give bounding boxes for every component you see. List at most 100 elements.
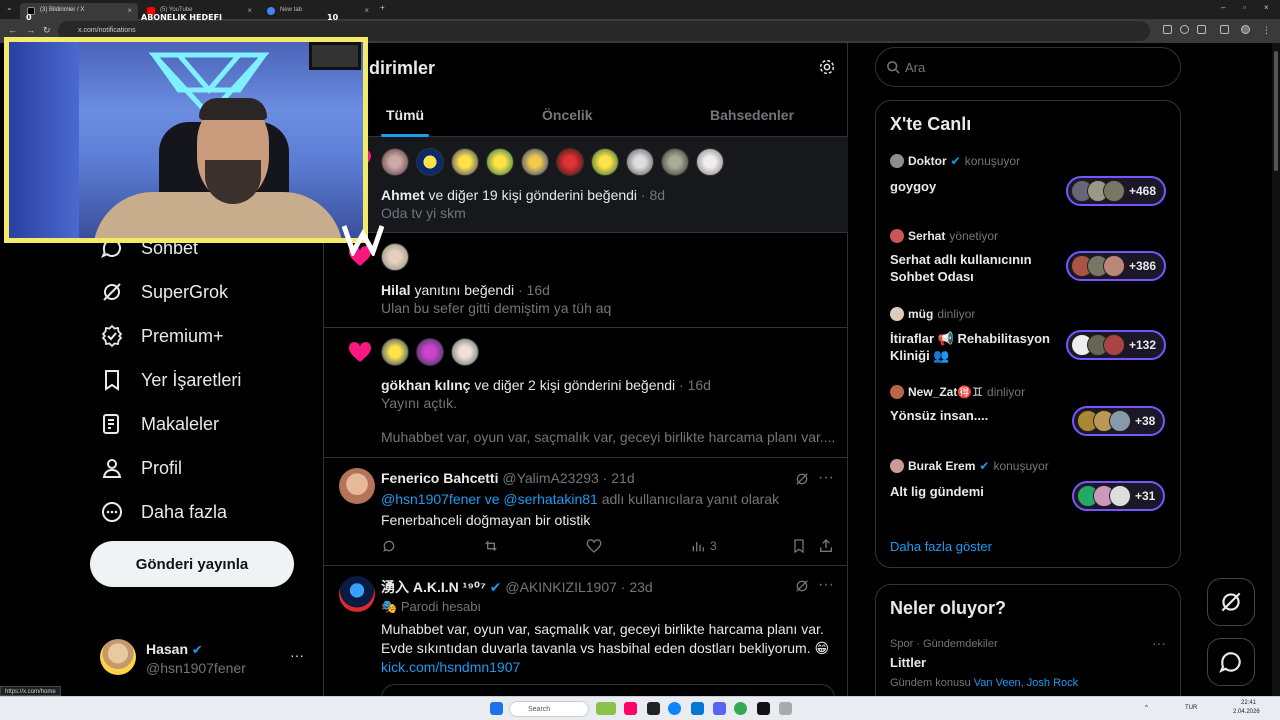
windows-start-icon[interactable] <box>490 702 503 715</box>
avatar[interactable] <box>381 243 409 271</box>
zoom-icon[interactable] <box>1180 25 1189 34</box>
space-listeners[interactable]: +132 <box>1066 330 1167 360</box>
author-handle[interactable]: @AKINKIZIL1907 <box>505 579 617 595</box>
back-icon[interactable]: ← <box>8 25 17 35</box>
space-host[interactable]: müg dinliyor <box>890 307 975 321</box>
tab-search-icon[interactable]: ⌄ <box>6 3 13 12</box>
extensions-icon[interactable] <box>1220 25 1229 34</box>
space-host[interactable]: Burak Erem ✔ konuşuyor <box>890 459 1049 473</box>
account-switcher[interactable]: Hasan ✔ @hsn1907fener ··· <box>100 639 310 679</box>
app-icon[interactable] <box>779 702 792 715</box>
chrome-icon[interactable] <box>734 702 747 715</box>
space-host[interactable]: New_Zat🉐♊ dinliyor <box>890 385 1025 399</box>
trend-name[interactable]: Littler <box>890 655 926 670</box>
tab-priority[interactable]: Öncelik <box>542 107 593 123</box>
grok-button[interactable] <box>1207 578 1255 626</box>
space-listeners[interactable]: +468 <box>1066 176 1167 206</box>
tab-all[interactable]: Tümü <box>386 107 424 123</box>
author-name[interactable]: Fenerico Bahcetti <box>381 470 498 486</box>
close-icon[interactable]: × <box>364 6 369 15</box>
mention-link[interactable]: @hsn1907fener <box>381 491 481 507</box>
app-icon[interactable] <box>624 702 637 715</box>
discord-icon[interactable] <box>713 702 726 715</box>
nav-item-articles[interactable]: Makaleler <box>100 406 219 442</box>
author-handle[interactable]: @YalimA23293 <box>502 470 598 486</box>
share-icon[interactable] <box>1197 25 1206 34</box>
tab-new[interactable]: New tab × <box>260 3 375 19</box>
avatar[interactable] <box>661 148 689 176</box>
clock-date[interactable]: 2.04.2026 <box>1233 709 1260 715</box>
actor-name[interactable]: gökhan kılınç <box>381 377 470 393</box>
avatar[interactable] <box>451 338 479 366</box>
avatar[interactable] <box>416 338 444 366</box>
forward-icon[interactable]: → <box>26 25 35 35</box>
like-icon[interactable] <box>586 538 602 554</box>
avatar[interactable] <box>556 148 584 176</box>
space-title[interactable]: goygoy <box>890 178 1060 195</box>
tweet-link[interactable]: kick.com/hsndmn1907 <box>381 659 520 675</box>
avatar[interactable] <box>339 468 375 504</box>
tab-mentions[interactable]: Bahsedenler <box>710 107 794 123</box>
more-icon[interactable]: ··· <box>818 469 834 487</box>
space-title[interactable]: Serhat adlı kullanıcının Sohbet Odası <box>890 251 1060 285</box>
clock-time[interactable]: 22:41 <box>1241 700 1256 706</box>
messages-button[interactable] <box>1207 638 1255 686</box>
avatar[interactable] <box>381 148 409 176</box>
nav-item-more[interactable]: Daha fazla <box>100 494 227 530</box>
more-icon[interactable]: ··· <box>818 576 834 594</box>
cast-icon[interactable] <box>1163 25 1172 34</box>
avatar[interactable] <box>626 148 654 176</box>
gear-icon[interactable] <box>818 58 836 76</box>
avatar[interactable] <box>521 148 549 176</box>
account-more-icon[interactable]: ··· <box>290 647 304 663</box>
maximize-icon[interactable]: ▫ <box>1243 3 1246 12</box>
related-link[interactable]: Van Veen, Josh Rock <box>974 677 1078 689</box>
taskview-icon[interactable] <box>647 702 660 715</box>
avatar[interactable] <box>381 338 409 366</box>
space-listeners[interactable]: +31 <box>1072 481 1166 511</box>
menu-icon[interactable]: ⋮ <box>1262 25 1271 36</box>
reload-icon[interactable]: ↻ <box>43 25 51 36</box>
edge-icon[interactable] <box>668 702 681 715</box>
nav-item-supergrok[interactable]: SuperGrok <box>100 274 228 310</box>
search-input[interactable]: Ara <box>875 47 1181 87</box>
nav-item-profile[interactable]: Profil <box>100 450 182 486</box>
reply-icon[interactable] <box>381 538 397 554</box>
grok-icon[interactable] <box>794 471 810 487</box>
language-indicator[interactable]: TUR <box>1185 705 1197 711</box>
window-close-icon[interactable]: × <box>1264 3 1269 12</box>
space-title[interactable]: Alt lig gündemi <box>890 483 1060 500</box>
post-button[interactable]: Gönderi yayınla <box>90 541 294 587</box>
notification-like[interactable]: Ahmet ve diğer 19 kişi gönderini beğendi… <box>324 137 848 233</box>
tab-notifications[interactable]: (3) Bildirimler / X × <box>20 3 138 19</box>
avatar[interactable] <box>339 576 375 612</box>
notification-like[interactable]: gökhan kılınç ve diğer 2 kişi gönderini … <box>324 328 848 458</box>
space-title[interactable]: Yönsüz insan.... <box>890 407 1060 424</box>
views-stat[interactable]: 3 <box>690 538 717 554</box>
taskbar-search[interactable]: Search <box>509 701 589 717</box>
close-icon[interactable]: × <box>247 6 252 15</box>
link-card[interactable] <box>381 684 835 696</box>
notification-like[interactable]: Hilal yanıtını beğendi · 16d Ulan bu sef… <box>324 233 848 328</box>
mention-link[interactable]: @serhatakin81 <box>503 491 597 507</box>
close-icon[interactable]: × <box>127 6 132 15</box>
new-tab-icon[interactable]: + <box>380 3 385 12</box>
actor-name[interactable]: Hilal <box>381 282 411 298</box>
obs-icon[interactable] <box>757 702 770 715</box>
actor-name[interactable]: Ahmet <box>381 187 425 203</box>
avatar[interactable] <box>451 148 479 176</box>
share-icon[interactable] <box>818 538 834 554</box>
bookmark-icon[interactable] <box>791 538 807 554</box>
space-host[interactable]: Doktor ✔ konuşuyor <box>890 154 1020 168</box>
tweet[interactable]: 湧入 A.K.I.N ¹⁹⁰⁷ ✔ @AKINKIZIL1907 · 23d ·… <box>324 566 848 696</box>
more-icon[interactable]: ··· <box>1152 635 1166 651</box>
minimize-icon[interactable]: – <box>1221 3 1225 12</box>
profile-icon[interactable] <box>1241 25 1250 34</box>
space-listeners[interactable]: +386 <box>1066 251 1167 281</box>
nav-item-bookmarks[interactable]: Yer İşaretleri <box>100 362 241 398</box>
nav-item-premium[interactable]: Premium+ <box>100 318 224 354</box>
avatar[interactable] <box>416 148 444 176</box>
grok-icon[interactable] <box>794 578 810 594</box>
retweet-icon[interactable] <box>483 538 499 554</box>
avatar[interactable] <box>696 148 724 176</box>
